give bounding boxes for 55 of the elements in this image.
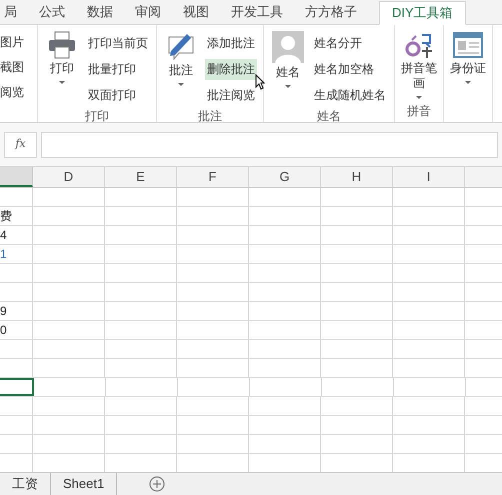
sheet-tab[interactable]: 工资 [0,473,51,495]
ribbon-item[interactable]: 截图 [0,58,29,76]
ribbon-item[interactable]: 生成随机姓名 [312,84,388,106]
ribbon-big-button[interactable]: 拼音笔画 [401,31,437,102]
ribbon-big-button[interactable]: 打印 [44,31,80,107]
ribbon-item[interactable]: 图片 [0,33,29,51]
ribbon-tab[interactable]: 公式 [39,0,65,24]
ribbon-item[interactable]: 添加批注 [205,32,257,54]
caret-icon [59,81,65,84]
ribbon-tab[interactable]: 数据 [87,0,113,24]
column-header[interactable]: D [33,167,105,187]
ribbon-item[interactable]: 打印当前页 [86,32,150,54]
ribbon-big-button[interactable]: 身份证 [450,31,486,122]
column-header[interactable]: I [393,167,465,187]
ribbon-item[interactable]: 姓名分开 [312,32,364,54]
avatar-icon [272,31,304,63]
group-label: 打印 [84,108,110,125]
group-label: 拼音 [406,103,432,120]
cell-text: 4 [0,228,7,242]
ribbon-tab[interactable]: DIY工具箱 [379,1,466,25]
ribbon-item[interactable]: 姓名加空格 [312,58,376,80]
group-label: 姓名 [316,108,342,125]
ribbon-tab[interactable]: 方方格子 [305,0,357,24]
printer-icon [47,31,77,59]
ribbon-big-button[interactable]: 姓名 [270,31,306,107]
add-sheet-icon[interactable] [149,476,166,492]
cell-text: 9 [0,304,7,318]
pinyin-icon [404,31,434,59]
ribbon-item[interactable]: 批注阅览 [205,84,257,106]
column-header[interactable]: G [249,167,321,187]
cell-text: 0 [0,323,7,337]
ribbon-item[interactable]: 删除批注 [205,58,257,80]
column-header[interactable]: E [105,167,177,187]
formula-input-field[interactable] [41,132,498,158]
ribbon-tab[interactable]: 开发工具 [231,0,283,24]
ribbon-tab[interactable]: 局 [4,0,17,24]
id-card-icon [453,31,483,59]
cell-text: 1 [0,247,7,261]
ribbon-big-button[interactable]: 批注 [163,31,199,107]
ribbon-tab[interactable]: 审阅 [135,0,161,24]
mouse-cursor-icon [255,74,265,90]
caret-icon [465,81,471,84]
caret-icon [178,83,184,86]
sheet-tab[interactable]: Sheet1 [51,473,118,495]
caret-icon [285,85,291,88]
ribbon-item[interactable]: 批量打印 [86,58,138,80]
group-label: 批注 [197,108,223,125]
ribbon-item[interactable]: 双面打印 [86,84,138,106]
caret-icon [416,96,422,99]
cell-text: 费 [0,209,12,223]
ribbon-item[interactable]: 阅览 [0,83,29,101]
function-button[interactable]: fx [4,132,37,158]
ribbon-tab[interactable]: 视图 [183,0,209,24]
column-header[interactable]: H [321,167,393,187]
column-header[interactable]: F [177,167,249,187]
